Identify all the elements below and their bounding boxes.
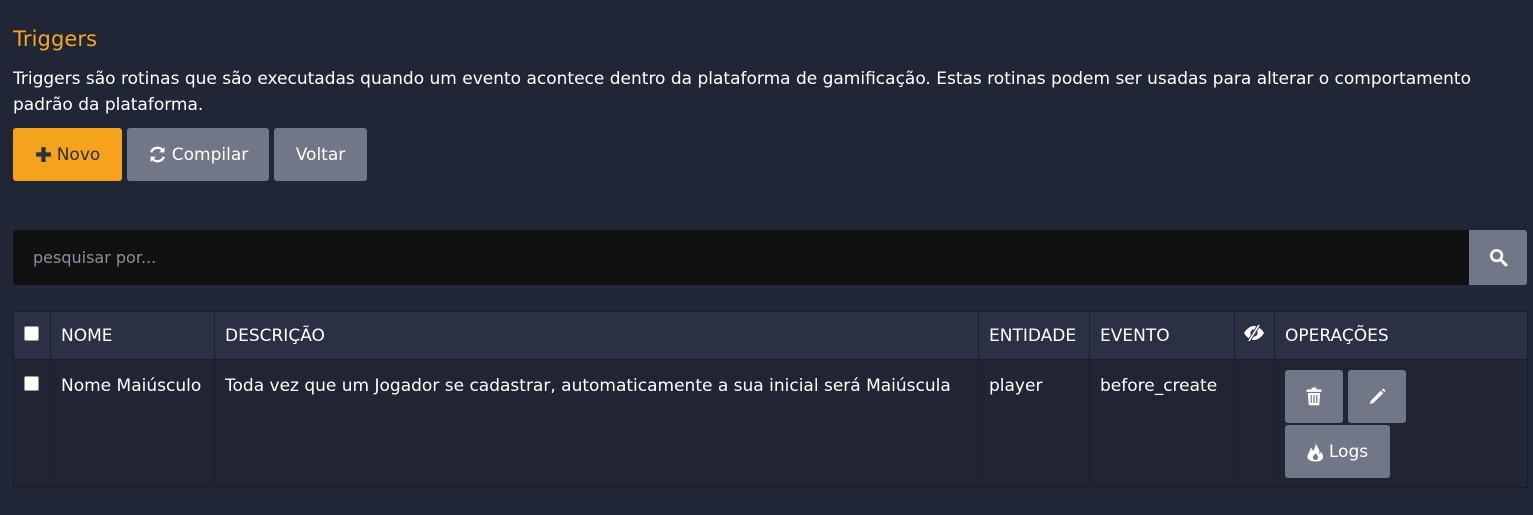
compile-button[interactable]: Compilar bbox=[127, 128, 269, 181]
logs-button-label: Logs bbox=[1328, 441, 1369, 462]
select-all-cell bbox=[13, 311, 51, 360]
triggers-page: Triggers Triggers são rotinas que são ex… bbox=[0, 0, 1533, 515]
pencil-icon bbox=[1369, 388, 1386, 404]
select-all-checkbox[interactable] bbox=[24, 325, 39, 341]
column-header-visibility[interactable] bbox=[1234, 311, 1275, 360]
page-title: Triggers bbox=[13, 27, 98, 51]
table-header-row: NOME DESCRIÇÃO ENTIDADE EVENTO OPERAÇÕES bbox=[13, 311, 1528, 360]
row-select-cell bbox=[13, 359, 51, 488]
search-input[interactable] bbox=[13, 230, 1469, 285]
column-header-name[interactable]: NOME bbox=[50, 311, 215, 360]
cell-visibility bbox=[1234, 359, 1275, 488]
row-checkbox[interactable] bbox=[24, 376, 39, 391]
trash-icon bbox=[1306, 387, 1322, 406]
refresh-icon bbox=[149, 146, 165, 163]
new-button[interactable]: Novo bbox=[13, 128, 122, 181]
search-button[interactable] bbox=[1469, 230, 1527, 285]
logs-button[interactable]: Logs bbox=[1285, 425, 1390, 478]
plus-icon bbox=[35, 147, 51, 162]
cell-name: Nome Maiúsculo bbox=[50, 359, 215, 488]
search-icon bbox=[1489, 248, 1507, 267]
column-header-operations: OPERAÇÕES bbox=[1274, 311, 1528, 360]
cell-operations: Logs bbox=[1274, 359, 1528, 488]
edit-button[interactable] bbox=[1348, 370, 1406, 423]
back-button[interactable]: Voltar bbox=[274, 128, 367, 181]
page-description: Triggers são rotinas que são executadas … bbox=[13, 69, 1471, 115]
column-header-event[interactable]: EVENTO bbox=[1089, 311, 1235, 360]
compile-button-label: Compilar bbox=[171, 144, 249, 165]
search-bar bbox=[13, 230, 1527, 285]
eye-slash-icon bbox=[1244, 324, 1264, 342]
cell-event: before_create bbox=[1089, 359, 1235, 488]
new-button-label: Novo bbox=[56, 144, 101, 165]
operations-group: Logs bbox=[1285, 370, 1410, 478]
delete-button[interactable] bbox=[1285, 370, 1343, 423]
triggers-table: NOME DESCRIÇÃO ENTIDADE EVENTO OPERAÇÕES bbox=[13, 311, 1528, 488]
column-header-description[interactable]: DESCRIÇÃO bbox=[214, 311, 979, 360]
cell-description: Toda vez que um Jogador se cadastrar, au… bbox=[214, 359, 979, 488]
cell-entity: player bbox=[978, 359, 1090, 488]
column-header-entity[interactable]: ENTIDADE bbox=[978, 311, 1090, 360]
table-row: Nome Maiúsculo Toda vez que um Jogador s… bbox=[13, 359, 1528, 488]
fire-icon bbox=[1307, 442, 1323, 461]
